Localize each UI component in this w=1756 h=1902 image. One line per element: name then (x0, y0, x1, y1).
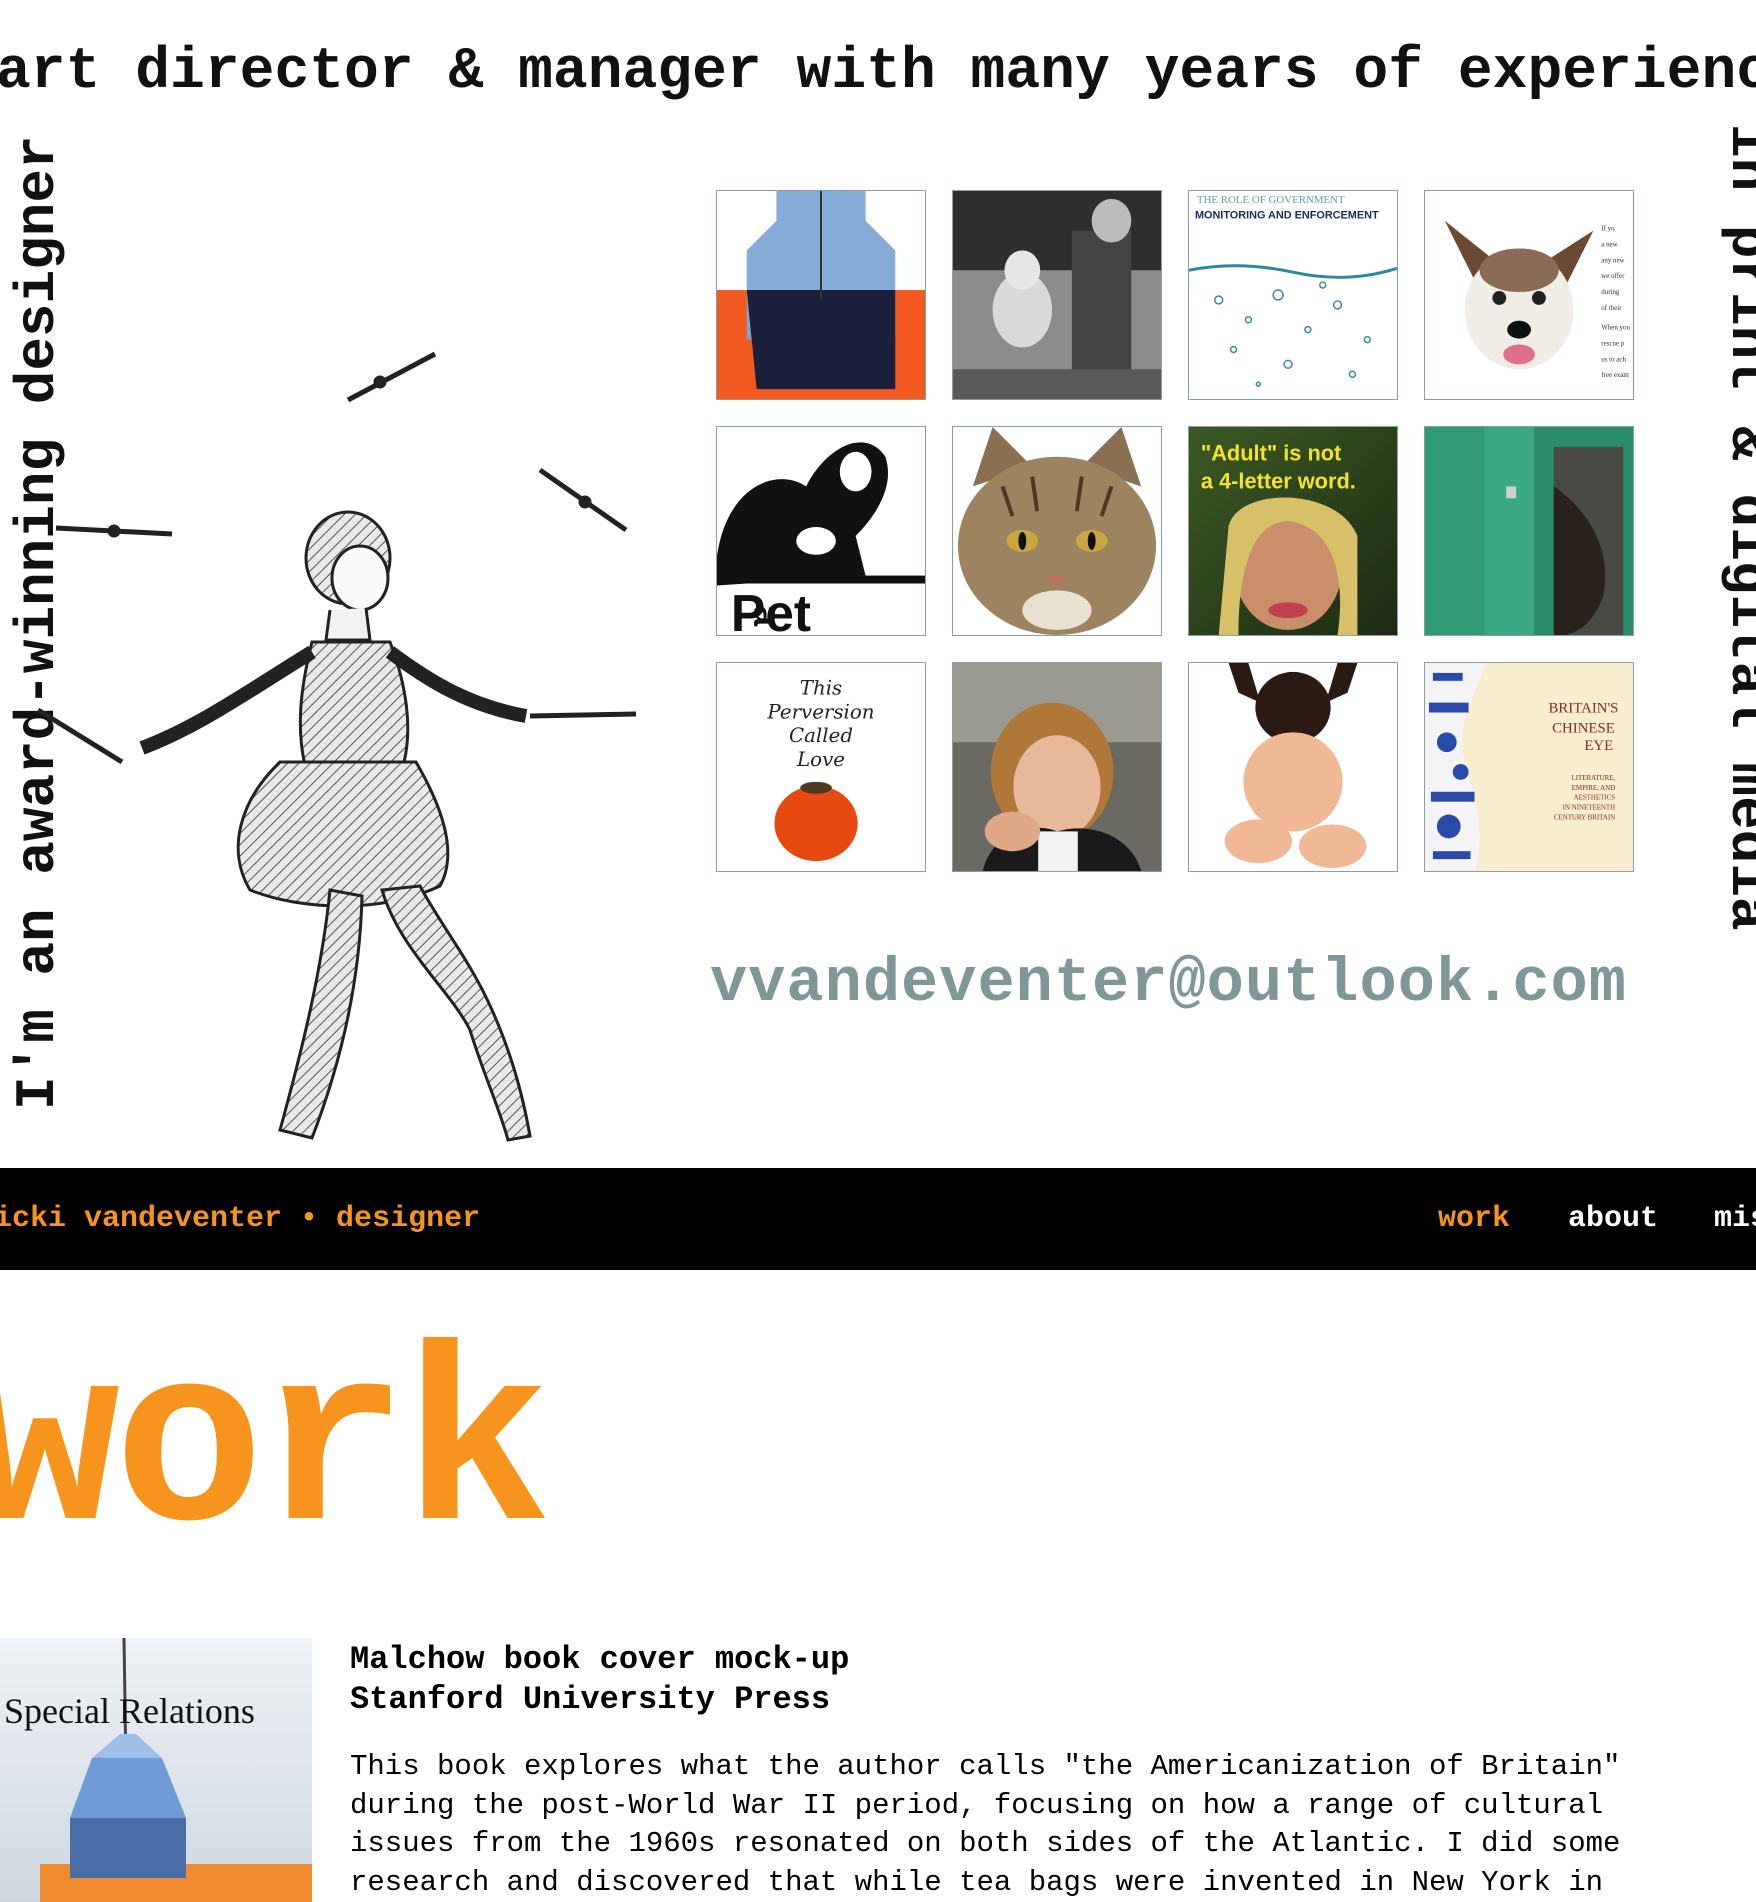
svg-text:CENTURY BRITAIN: CENTURY BRITAIN (1554, 814, 1615, 821)
svg-text:THE ROLE OF GOVERNMENT: THE ROLE OF GOVERNMENT (1197, 194, 1345, 206)
svg-text:AESTHETICS: AESTHETICS (1574, 795, 1616, 802)
main-navbar: vicki vandeventer • designer work about … (0, 1168, 1756, 1270)
svg-text:a 4-letter word.: a 4-letter word. (1201, 468, 1356, 493)
svg-text:during: during (1601, 289, 1620, 296)
tile-adult[interactable]: "Adult" is not a 4-letter word. (1188, 426, 1398, 636)
svg-text:MONITORING AND ENFORCEMENT: MONITORING AND ENFORCEMENT (1195, 210, 1379, 222)
vintage-photo-image (953, 191, 1161, 399)
svg-text:This: This (800, 677, 842, 700)
baby-doll-image (1189, 663, 1397, 871)
project-description-line: This book explores what the author calls… (350, 1750, 1621, 1783)
svg-text:Love: Love (796, 748, 845, 771)
juggler-illustration (36, 351, 637, 1142)
project-description-line: during the post-World War II period, foc… (350, 1788, 1604, 1822)
svg-text:CHINESE: CHINESE (1552, 720, 1615, 736)
portrait-image (953, 663, 1161, 871)
tile-dog[interactable]: If yo a new any new we offer during of their… (1424, 190, 1634, 400)
project-thumbnail-title: Special Relations (4, 1691, 255, 1731)
svg-text:we offer: we offer (1601, 273, 1625, 280)
svg-text:a: a (747, 605, 789, 627)
svg-text:EMPIRE, AND: EMPIRE, AND (1572, 785, 1615, 792)
green-door-image (1425, 427, 1633, 635)
svg-text:Perversion: Perversion (766, 700, 874, 723)
tile-cat[interactable] (952, 426, 1162, 636)
hero-right-vertical-text: in print & digital media (1716, 124, 1756, 931)
svg-text:When you: When you (1601, 325, 1630, 332)
hero-banner: art director & manager with many years o… (0, 0, 1756, 1168)
perversion-cover-image: ThisPerversion CalledLove (717, 663, 925, 871)
cat-image (953, 427, 1161, 635)
svg-text:LITERATURE,: LITERATURE, (1572, 775, 1616, 782)
project-title-line2: Stanford University Press (350, 1681, 831, 1718)
tile-green-door[interactable] (1424, 426, 1634, 636)
site-brand[interactable]: vicki vandeventer • designer (0, 1202, 480, 1236)
svg-text:Called: Called (789, 724, 853, 747)
svg-text:If yo: If yo (1601, 226, 1615, 233)
svg-text:any new: any new (1601, 257, 1624, 264)
tile-perversion[interactable]: This Perversion Called Love (716, 662, 926, 872)
svg-text:free exam: free exam (1601, 372, 1629, 379)
tea-bag-image (717, 191, 925, 399)
portfolio-grid: THE ROLE OF GOVERNMENT MONITORING AND EN… (716, 190, 1634, 872)
project-description-line: research and discovered that while tea b… (350, 1865, 1604, 1899)
project-title: Malchow book cover mock-up Stanford Univ… (350, 1640, 849, 1720)
tile-chinese-eye[interactable]: BRITAIN'S CHINESE EYE LITERATURE, EMPIRE,… (1424, 662, 1634, 872)
adult-poster-image: "Adult" is not a 4-letter word. (1189, 427, 1397, 635)
tile-government[interactable]: THE ROLE OF GOVERNMENT MONITORING AND EN… (1188, 190, 1398, 400)
svg-text:a new: a new (1601, 241, 1617, 248)
tile-baby-doll[interactable] (1188, 662, 1398, 872)
hero-top-text: art director & manager with many years o… (0, 40, 1756, 105)
tile-portrait[interactable] (952, 662, 1162, 872)
project-thumbnail[interactable] (0, 1638, 312, 1902)
page-title: work (0, 1311, 552, 1594)
svg-text:us to ach: us to ach (1601, 356, 1626, 363)
nav-about[interactable]: about (1568, 1202, 1658, 1236)
nav-work[interactable]: work (1438, 1202, 1510, 1236)
chinese-eye-cover-image: BRITAIN'S CHINESE EYE LITERATURE, EMPIRE,… (1425, 663, 1633, 871)
svg-text:EYE: EYE (1584, 738, 1613, 754)
project-description: This book explores what the author calls… (350, 1748, 1756, 1902)
dog-image: If yo a new any new we offer during of their… (1425, 191, 1633, 399)
project-title-line1: Malchow book cover mock-up (350, 1641, 850, 1678)
contact-email[interactable]: vvandeventer@outlook.com (710, 948, 1627, 1019)
svg-text:IN NINETEENTH: IN NINETEENTH (1563, 805, 1615, 812)
svg-text:rescue p: rescue p (1601, 341, 1624, 348)
svg-text:BRITAIN'S: BRITAIN'S (1549, 701, 1619, 717)
svg-text:of their: of their (1601, 305, 1622, 312)
special-relations-cover-image (0, 1638, 312, 1902)
pet-logo-image: Pet a (717, 427, 925, 635)
tile-tea-bag[interactable] (716, 190, 926, 400)
svg-text:"Adult" is not: "Adult" is not (1201, 441, 1341, 466)
tile-pet-logo[interactable]: Pet a (716, 426, 926, 636)
nav-misc[interactable]: misc (1714, 1202, 1756, 1236)
government-image: THE ROLE OF GOVERNMENT MONITORING AND EN… (1189, 191, 1397, 399)
tile-vintage-photo[interactable] (952, 190, 1162, 400)
project-description-line: issues from the 1960s resonated on both … (350, 1827, 1621, 1860)
